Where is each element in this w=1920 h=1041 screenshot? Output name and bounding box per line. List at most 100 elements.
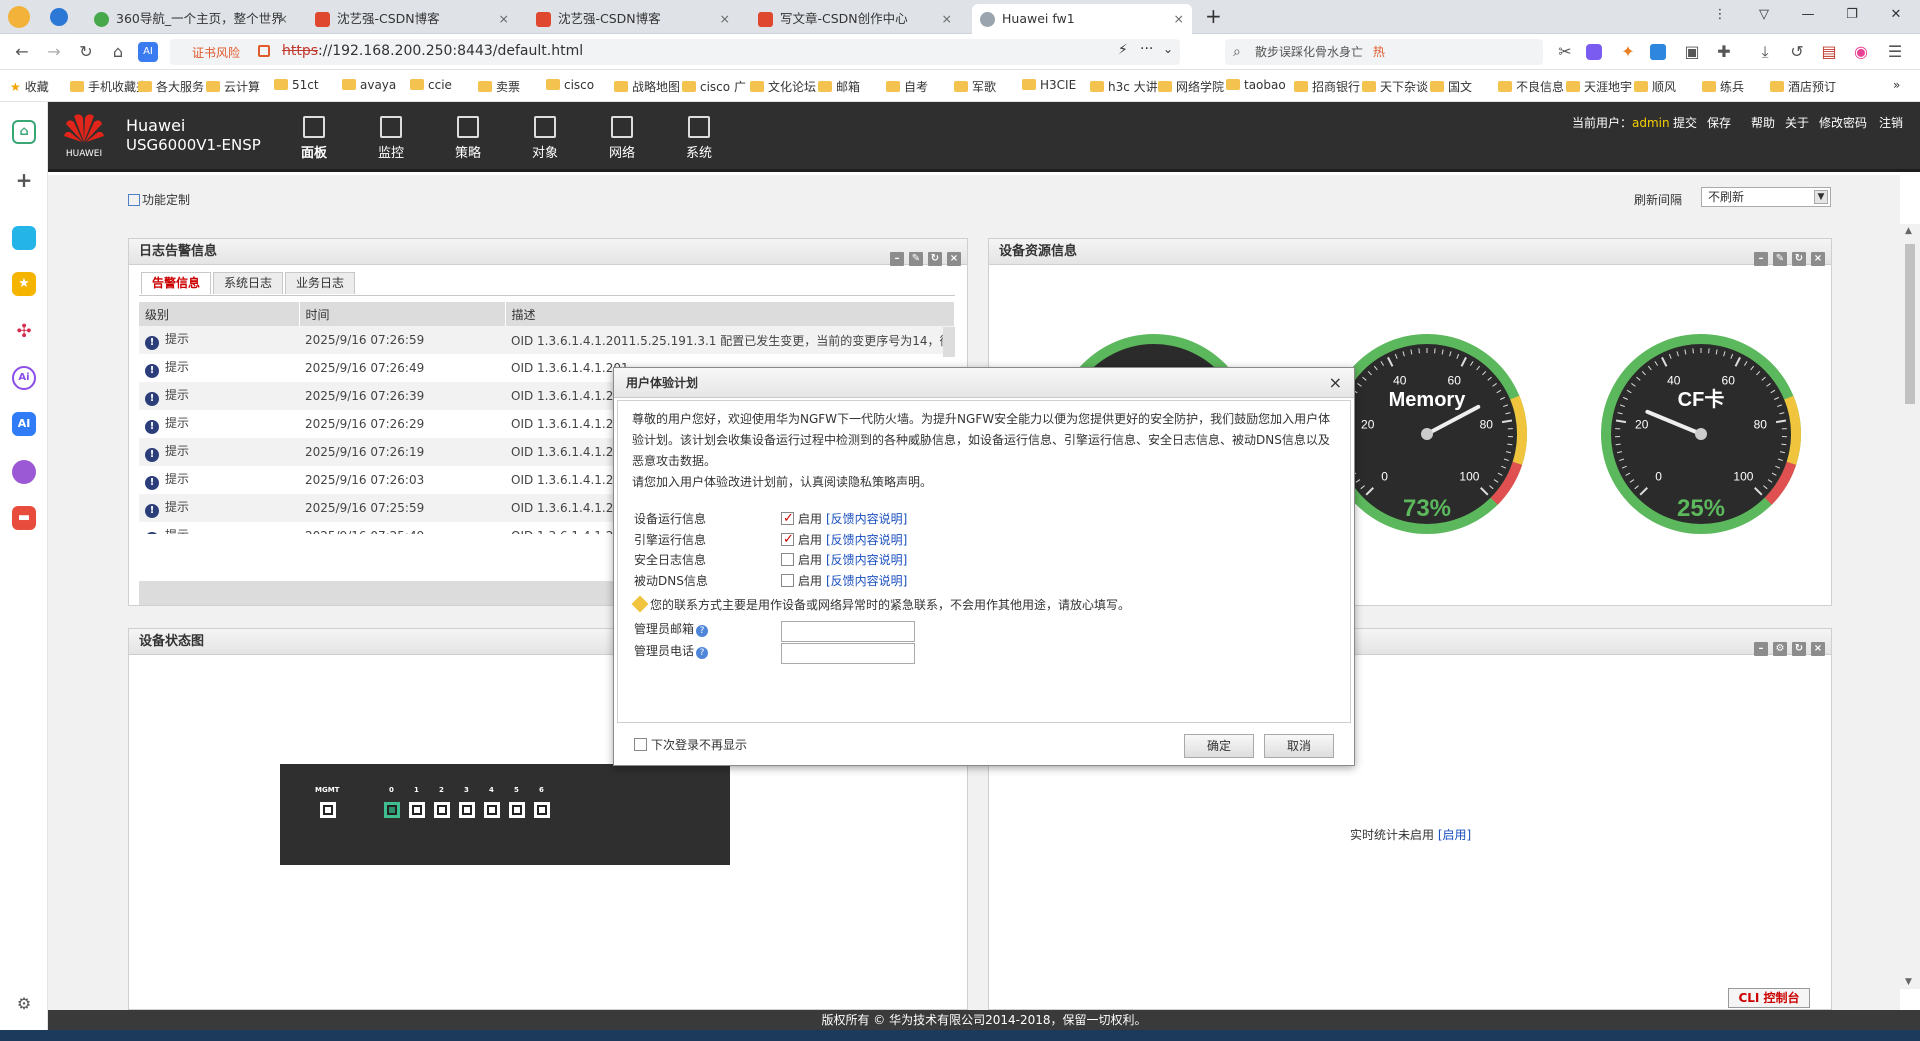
bookmark-item[interactable]: 邮箱 — [818, 78, 860, 95]
bookmark-item[interactable]: 练兵 — [1702, 78, 1744, 95]
bookmark-item[interactable]: 国文 — [1430, 78, 1472, 95]
menu-icon[interactable]: ☰ — [1885, 42, 1905, 62]
port-6[interactable] — [534, 802, 550, 818]
bookmark-item[interactable]: cisco 广 — [682, 78, 746, 95]
nav-item-5[interactable]: 系统 — [669, 110, 729, 161]
feedback-detail-link[interactable]: [反馈内容说明] — [826, 550, 907, 571]
url-text[interactable]: https://192.168.200.250:8443/default.htm… — [282, 43, 583, 59]
edit-panel-icon[interactable]: ✎ — [909, 252, 923, 266]
bookmarks-more[interactable]: » — [1893, 78, 1900, 92]
ext-w-icon[interactable] — [1650, 44, 1666, 60]
enable-checkbox[interactable] — [781, 573, 794, 587]
nav-item-1[interactable]: 监控 — [361, 110, 421, 161]
settings-panel-icon[interactable]: ⚙ — [1773, 642, 1787, 656]
ai-icon[interactable]: AI — [138, 42, 158, 62]
ok-button[interactable]: 确定 — [1184, 734, 1254, 758]
flash-icon[interactable]: ⚡ — [1118, 42, 1128, 58]
sidebar-add-icon[interactable]: + — [12, 168, 36, 192]
refresh-panel-icon[interactable]: ↻ — [928, 252, 942, 266]
restore-icon[interactable]: ❐ — [1832, 0, 1872, 30]
help-icon[interactable]: ? — [696, 625, 709, 637]
bookmark-item[interactable]: 顺风 — [1634, 78, 1676, 95]
color-icon[interactable]: ◉ — [1851, 42, 1871, 62]
scroll-thumb[interactable] — [1905, 244, 1915, 404]
bookmark-item[interactable]: 军歌 — [954, 78, 996, 95]
table-row[interactable]: ! 提示 2025/9/16 07:26:59 OID 1.3.6.1.4.1.201… — [139, 326, 955, 354]
submit-link[interactable]: 提交 — [1673, 114, 1697, 131]
window-menu-icon[interactable]: ⋮ — [1700, 0, 1740, 30]
dialog-close-icon[interactable]: × — [1329, 368, 1342, 398]
sidebar-ai-icon[interactable]: Ai — [12, 366, 36, 390]
bookmark-item[interactable]: 卖票 — [478, 78, 520, 95]
edit-panel-icon[interactable]: ✎ — [1773, 252, 1787, 266]
scroll-up-icon[interactable]: ▲ — [1905, 226, 1912, 236]
bookmark-item[interactable]: 不良信息 — [1498, 78, 1564, 95]
browser-tab-1[interactable]: 沈艺强-CSDN博客 × — [307, 4, 517, 34]
wallet-icon[interactable]: ▤ — [1819, 42, 1839, 62]
browser-profile-icon[interactable] — [8, 6, 30, 28]
bookmark-item[interactable]: 云计算 — [206, 78, 260, 95]
close-panel-icon[interactable]: × — [1811, 642, 1825, 656]
logout-link[interactable]: 注销 — [1879, 114, 1903, 131]
ext-purple-icon[interactable] — [1586, 44, 1602, 60]
port-5[interactable] — [509, 802, 525, 818]
ext-screen-icon[interactable]: ▣ — [1682, 42, 1702, 62]
feedback-item-toggle[interactable]: 启用 — [781, 508, 822, 530]
browser-shield-icon[interactable] — [50, 8, 68, 26]
new-tab-button[interactable]: + — [1205, 4, 1222, 28]
sidebar-app-icon[interactable] — [12, 226, 36, 250]
back-icon[interactable]: ← — [12, 42, 32, 62]
browser-tab-0[interactable]: 360导航_一个主页，整个世界 × — [86, 4, 296, 34]
bookmark-item[interactable]: 文化论坛 — [750, 78, 816, 95]
lock-warning-icon[interactable] — [258, 45, 270, 57]
bookmark-item[interactable]: 招商银行 — [1294, 78, 1360, 95]
bookmark-item[interactable]: 网络学院 — [1158, 78, 1224, 95]
home-icon[interactable]: ⌂ — [108, 42, 128, 62]
enable-stats-link[interactable]: [启用] — [1438, 828, 1471, 842]
cancel-button[interactable]: 取消 — [1264, 734, 1334, 758]
download-icon[interactable]: ⤓ — [1755, 42, 1775, 62]
dropdown-icon[interactable]: ⌄ — [1163, 42, 1173, 56]
browser-tab-3[interactable]: 写文章-CSDN创作中心 × — [750, 4, 960, 34]
port-4[interactable] — [484, 802, 500, 818]
port-1[interactable] — [409, 802, 425, 818]
bookmark-item[interactable]: cisco — [546, 78, 594, 92]
about-link[interactable]: 关于 — [1785, 114, 1809, 131]
nav-item-0[interactable]: 面板 — [284, 110, 344, 161]
feedback-item-toggle[interactable]: 启用 — [781, 571, 822, 592]
tab-close-icon[interactable]: × — [278, 4, 288, 34]
feedback-item-toggle[interactable]: 启用 — [781, 529, 822, 551]
tab-close-icon[interactable]: × — [1174, 4, 1184, 34]
change-password-link[interactable]: 修改密码 — [1819, 114, 1867, 131]
nav-item-3[interactable]: 对象 — [515, 110, 575, 161]
tab-close-icon[interactable]: × — [942, 4, 952, 34]
bookmark-item[interactable]: taobao — [1226, 78, 1286, 92]
port-2[interactable] — [434, 802, 450, 818]
sidebar-robot-icon[interactable] — [12, 460, 36, 484]
close-panel-icon[interactable]: × — [947, 252, 961, 266]
browser-tab-4[interactable]: Huawei fw1 × — [972, 4, 1192, 34]
cert-warning-label[interactable]: 证书风险 — [192, 44, 240, 61]
minimize-panel-icon[interactable]: – — [1754, 252, 1768, 266]
column-header[interactable]: 时间 — [299, 302, 506, 326]
nav-item-4[interactable]: 网络 — [592, 110, 652, 161]
bookmark-item[interactable]: H3CIE — [1022, 78, 1076, 92]
bookmark-item[interactable]: ★ 收藏 — [10, 78, 49, 95]
search-input[interactable]: ⌕ 散步误踩化骨水身亡 热 — [1225, 39, 1543, 65]
sidebar-star-icon[interactable]: ★ — [12, 272, 36, 296]
refresh-interval-select[interactable]: 不刷新 ▼ — [1701, 187, 1831, 207]
tab-business-log[interactable]: 业务日志 — [285, 272, 356, 294]
bookmark-item[interactable]: 酒店预订 — [1770, 78, 1836, 95]
mgmt-port[interactable] — [320, 802, 336, 818]
column-header[interactable]: 描述 — [505, 302, 955, 326]
tab-close-icon[interactable]: × — [720, 4, 730, 34]
ext-game-icon[interactable]: ✦ — [1618, 42, 1638, 62]
save-link[interactable]: 保存 — [1707, 114, 1731, 131]
bookmark-item[interactable]: 各大服务 — [138, 78, 204, 95]
sidebar-graph-icon[interactable]: ✣ — [12, 320, 36, 344]
enable-checkbox[interactable] — [781, 553, 794, 566]
feedback-detail-link[interactable]: [反馈内容说明] — [826, 530, 907, 551]
feedback-item-toggle[interactable]: 启用 — [781, 550, 822, 571]
forward-icon[interactable]: → — [44, 42, 64, 62]
reload-icon[interactable]: ↻ — [76, 42, 96, 62]
